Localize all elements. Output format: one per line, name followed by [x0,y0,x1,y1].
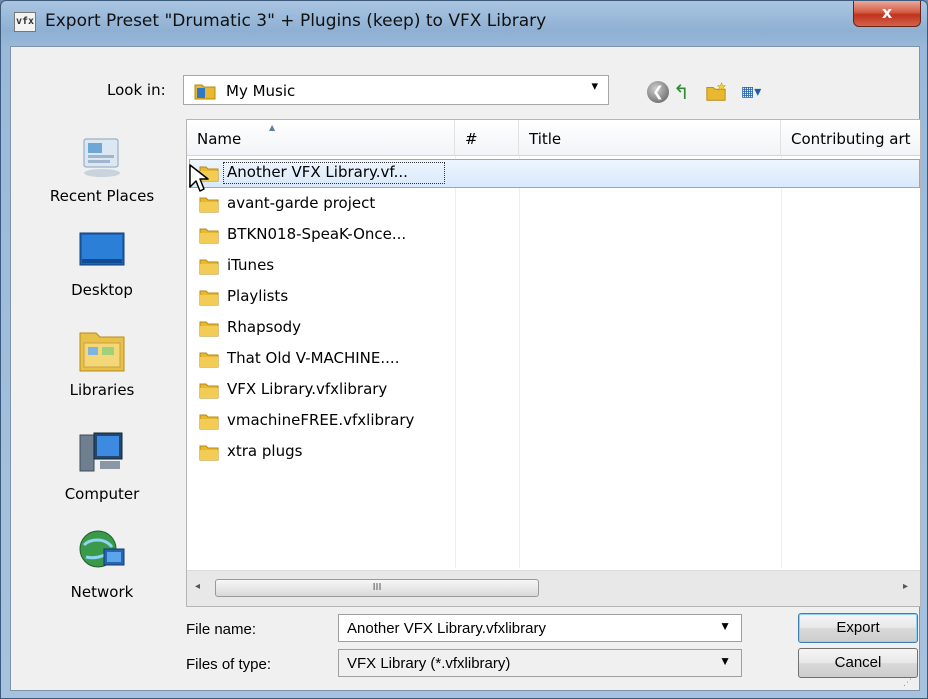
chevron-down-icon[interactable]: ▼ [719,619,731,633]
file-row[interactable]: xtra plugs [187,437,920,468]
file-name: That Old V-MACHINE.... [227,349,400,367]
place-label: Network [70,583,134,601]
column-header-label: Name [197,130,242,148]
file-row[interactable]: Rhapsody [187,313,920,344]
file-name: VFX Library.vfxlibrary [227,380,388,398]
file-name: BTKN018-SpeaK-Once... [227,225,407,243]
folder-icon [199,383,219,399]
file-name: Playlists [227,287,289,305]
places-bar: Recent Places Desktop Libraries Computer… [20,117,184,687]
file-type-value: VFX Library (*.vfxlibrary) [347,655,511,672]
column-header-label: Contributing art [791,130,911,148]
export-dialog-window: vfx Export Preset "Drumatic 3" + Plugins… [0,0,928,699]
column-header-label: # [465,130,478,148]
scroll-right-arrow-icon[interactable]: ▸ [903,581,908,592]
file-row[interactable]: BTKN018-SpeaK-Once... [187,220,920,251]
file-row[interactable]: Playlists [187,282,920,313]
file-name: xtra plugs [227,442,303,460]
place-label: Libraries [69,381,135,399]
horizontal-scrollbar[interactable]: ◂ III ▸ [187,570,920,606]
dialog-client-area: Look in: My Music ▾ ❮ ↰ ▦▾ Recent Places… [10,46,921,691]
desktop-icon [79,232,125,266]
look-in-label: Look in: [107,81,166,99]
close-button[interactable]: x [853,1,921,27]
recent-places-icon [83,138,120,177]
look-in-value: My Music [226,82,296,100]
file-name: Another VFX Library.vf... [227,163,408,181]
column-header-label: Title [529,130,562,148]
file-row[interactable]: iTunes [187,251,920,282]
file-row[interactable]: That Old V-MACHINE.... [187,344,920,375]
column-header-number[interactable]: # [455,120,519,156]
new-folder-icon[interactable] [705,81,727,103]
network-icon [79,530,125,568]
music-folder-icon [194,84,216,100]
place-label: Computer [64,485,140,503]
folder-icon [199,259,219,275]
folder-icon [199,352,219,368]
back-icon[interactable]: ❮ [647,81,669,103]
file-name: avant-garde project [227,194,376,212]
place-label: Recent Places [49,187,155,205]
folder-icon [199,321,219,337]
column-header-title[interactable]: Title [519,120,781,156]
views-menu-icon[interactable]: ▦▾ [741,81,771,103]
file-name-input[interactable]: Another VFX Library.vfxlibrary ▼ [338,614,742,642]
file-row[interactable]: vmachineFREE.vfxlibrary [187,406,920,437]
export-button[interactable]: Export [798,613,918,643]
file-row[interactable]: VFX Library.vfxlibrary [187,375,920,406]
folder-icon [199,445,219,461]
chevron-down-icon: ▾ [591,79,598,94]
scrollbar-thumb[interactable]: III [215,579,539,597]
scroll-left-arrow-icon[interactable]: ◂ [195,581,200,592]
file-row[interactable]: avant-garde project [187,189,920,220]
file-type-select[interactable]: VFX Library (*.vfxlibrary) ▼ [338,649,742,677]
file-name-value: Another VFX Library.vfxlibrary [347,620,546,637]
file-name: iTunes [227,256,275,274]
file-list-view[interactable]: ▲ Name # Title Contributing art Another … [186,119,921,607]
up-folder-icon[interactable]: ↰ [673,81,695,103]
place-recent-places[interactable]: Recent Places [20,135,184,205]
look-in-dropdown[interactable]: My Music ▾ [183,75,609,105]
computer-icon [79,432,123,472]
column-header-name[interactable]: ▲ Name [187,120,455,156]
chevron-down-icon: ▼ [719,654,731,668]
title-bar[interactable]: vfx Export Preset "Drumatic 3" + Plugins… [1,1,928,45]
place-desktop[interactable]: Desktop [20,229,184,299]
place-network[interactable]: Network [20,527,184,601]
cancel-button[interactable]: Cancel [798,648,918,678]
column-header-row: ▲ Name # Title Contributing art [187,120,920,156]
resize-grip-icon[interactable]: ⋰ [903,678,912,688]
mouse-cursor-icon [189,164,209,192]
libraries-icon [79,332,125,372]
place-label: Desktop [71,281,133,299]
folder-icon [199,414,219,430]
sort-ascending-icon: ▲ [269,123,276,132]
file-name: vmachineFREE.vfxlibrary [227,411,415,429]
file-name: Rhapsody [227,318,302,336]
window-title: Export Preset "Drumatic 3" + Plugins (ke… [45,11,547,31]
file-row[interactable]: Another VFX Library.vf... [187,158,920,189]
place-libraries[interactable]: Libraries [20,325,184,399]
vfx-app-icon: vfx [14,12,36,32]
folder-icon [199,228,219,244]
file-type-label: Files of type: [186,656,272,673]
folder-icon [199,290,219,306]
place-computer[interactable]: Computer [20,429,184,503]
file-name-label: File name: [186,621,257,638]
folder-icon [199,197,219,213]
column-header-contributing-artists[interactable]: Contributing art [781,120,920,156]
